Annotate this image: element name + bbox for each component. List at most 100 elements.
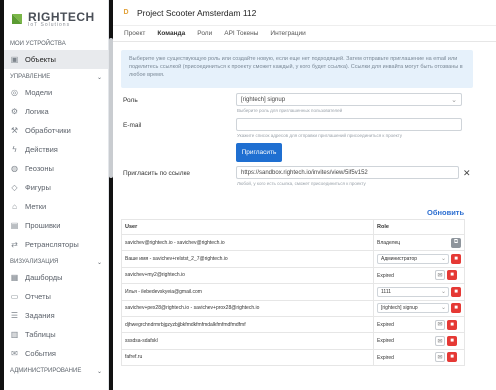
table-row: sssdsa-sdafskl Expired ✉ ■ — [121, 332, 465, 350]
chevron-down-icon: ⌄ — [96, 259, 102, 266]
invite-link-field[interactable]: https://sandbox.rightech.io/invites/view… — [236, 166, 459, 179]
dashboard-icon: ▦ — [10, 273, 19, 282]
invite-button[interactable]: Пригласить — [236, 143, 282, 162]
role-select[interactable]: 1111 ⌄ — [377, 287, 449, 298]
shapes-icon: ◇ — [11, 183, 18, 192]
sidebar-item-firmware[interactable]: ▤ Прошивки — [4, 216, 108, 235]
email-icon[interactable]: ✉ — [435, 352, 445, 363]
trash-icon[interactable]: ■ — [451, 253, 461, 264]
table-icon: ▥ — [10, 330, 19, 339]
user-cell: Илья - ilebedevskyeia@gmail.com — [121, 283, 374, 301]
sidebar-item-dashboards[interactable]: ▦ Дашборды — [4, 268, 108, 287]
chevron-down-icon: ⌄ — [440, 305, 446, 312]
members-table: User Role savichev@rightech.io - saviche… — [121, 219, 465, 367]
sidebar-item-actions[interactable]: ϟ Действия — [4, 140, 108, 159]
trash-icon[interactable]: ■ — [447, 336, 457, 347]
project-header: D Project Scooter Amsterdam 112 — [113, 0, 496, 26]
email-hint: Укажите список адресов для отправки приг… — [237, 133, 402, 138]
role-select[interactable]: [rightech] signup ⌄ — [377, 303, 449, 314]
section-visualization[interactable]: ВИЗУАЛИЗАЦИЯ ⌄ — [4, 256, 108, 268]
sidebar-item-handlers[interactable]: ⚒ Обработчики — [4, 121, 108, 140]
role-select[interactable]: [rightech] signup ⌄ — [236, 93, 462, 106]
trash-icon[interactable]: ■ — [447, 352, 457, 363]
table-row: Ваше имя - savichev+relstst_2_7@rightech… — [121, 250, 465, 268]
column-role: Role — [373, 219, 465, 235]
table-row: savichev+pex28@rightech.io - savichev+pr… — [121, 299, 465, 317]
section-devices[interactable]: МОИ УСТРОЙСТВА — [4, 38, 108, 50]
role-text: Владелец — [377, 240, 401, 247]
table-row: Илья - ilebedevskyeia@gmail.com 1111 ⌄ ■ — [121, 283, 465, 301]
sidebar-item-figures[interactable]: ◇ Фигуры — [4, 178, 108, 197]
role-hint: Выберите роль для приглашенных пользоват… — [237, 108, 343, 113]
chevron-down-icon: ⌄ — [440, 289, 446, 296]
logo[interactable]: RIGHTECH IoT Solutions — [4, 0, 108, 38]
tab-integrations[interactable]: Интеграции — [270, 26, 305, 42]
sidebar-item-geozones[interactable]: ◍ Геозоны — [4, 159, 108, 178]
email-field[interactable] — [236, 118, 462, 131]
logo-title: RIGHTECH — [28, 9, 95, 24]
role-text: Expired — [377, 338, 394, 345]
user-cell: fafref.ru — [121, 348, 374, 367]
role-text: Expired — [377, 321, 394, 328]
sidebar-item-objects[interactable]: ▣ Объекты — [4, 50, 108, 69]
email-icon[interactable]: ✉ — [435, 336, 445, 347]
cube-icon: ▣ — [10, 55, 19, 64]
tab-project[interactable]: Проект — [124, 26, 145, 42]
chevron-down-icon: ⌄ — [96, 74, 102, 81]
chevron-down-icon: ⌄ — [440, 256, 446, 263]
table-row: savichev+my2@rightech.io Expired ✉ ■ — [121, 266, 465, 285]
email-icon[interactable]: ✉ — [435, 270, 445, 281]
email-label: E-mail — [123, 122, 142, 129]
trash-icon[interactable]: ■ — [451, 286, 461, 297]
tab-team[interactable]: Команда — [157, 26, 185, 42]
sidebar-item-reports[interactable]: ▭ Отчеты — [4, 287, 108, 306]
trash-icon[interactable]: ■ — [447, 319, 457, 330]
trash-icon[interactable]: ■ — [447, 270, 457, 281]
sidebar-item-tables[interactable]: ▥ Таблицы — [4, 325, 108, 344]
repeater-icon: ⇄ — [11, 240, 18, 249]
task-icon: ☰ — [10, 311, 19, 320]
email-icon[interactable]: ✉ — [435, 319, 445, 330]
chevron-down-icon: ⌄ — [96, 368, 102, 375]
tab-bar: Проект Команда Роли API Токены Интеграци… — [113, 26, 496, 42]
table-row: fafref.ru Expired ✉ ■ — [121, 348, 465, 367]
globe-icon: ◍ — [11, 164, 18, 173]
section-control[interactable]: УПРАВЛЕНИЕ ⌄ — [4, 71, 108, 83]
column-user: User — [121, 219, 374, 235]
tab-api-tokens[interactable]: API Токены — [224, 26, 258, 42]
role-text: Expired — [377, 354, 394, 361]
user-cell: savichev+pex28@rightech.io - savichev+pr… — [121, 299, 374, 317]
report-icon: ▭ — [10, 292, 19, 301]
sidebar-item-models[interactable]: ◎ Модели — [4, 83, 108, 102]
rightech-logo-icon — [10, 12, 24, 26]
sidebar-item-tags[interactable]: ⌂ Метки — [4, 197, 108, 216]
user-cell: sssdsa-sdafskl — [121, 332, 374, 350]
role-select[interactable]: Администратор ⌄ — [377, 254, 449, 265]
sidebar: RIGHTECH IoT Solutions МОИ УСТРОЙСТВА ▣ О… — [4, 0, 109, 390]
events-icon: ✉ — [11, 349, 18, 358]
user-cell: djhwegrchndrmrbjgzyzbjjbkfmdkfmfmdalkfmf… — [121, 315, 374, 334]
user-cell: Ваше имя - savichev+relstst_2_7@rightech… — [121, 250, 374, 268]
sidebar-item-tasks[interactable]: ☰ Задания — [4, 306, 108, 325]
close-icon[interactable]: ✕ — [463, 168, 471, 179]
lightning-icon: ϟ — [12, 145, 17, 154]
trash-icon[interactable]: ■ — [451, 303, 461, 314]
sidebar-item-events[interactable]: ✉ События — [4, 344, 108, 363]
firmware-icon: ▤ — [10, 221, 19, 230]
sidebar-item-repeaters[interactable]: ⇄ Ретрансляторы — [4, 235, 108, 254]
invite-link-label: Пригласить по ссылке — [123, 170, 191, 177]
tab-roles[interactable]: Роли — [197, 26, 212, 42]
handler-icon: ⚒ — [10, 126, 19, 135]
user-cell: savichev+my2@rightech.io — [121, 266, 374, 285]
tag-icon: ⌂ — [12, 202, 17, 211]
table-row: savichev@rightech.io - savichev@rightech… — [121, 233, 465, 252]
copy-icon[interactable]: ⧉ — [451, 237, 461, 248]
model-icon: ◎ — [11, 88, 18, 97]
sidebar-item-logic[interactable]: ⚙ Логика — [4, 102, 108, 121]
role-text: Expired — [377, 272, 394, 279]
refresh-link[interactable]: Обновить — [427, 208, 464, 217]
role-label: Роль — [123, 97, 138, 104]
invite-link-hint: Любой, у кого есть ссылка, сможет присое… — [237, 181, 366, 186]
table-row: djhwegrchndrmrbjgzyzbjjbkfmdkfmfmdalkfmf… — [121, 315, 465, 334]
section-admin[interactable]: АДМИНИСТРИРОВАНИЕ ⌄ — [4, 365, 108, 377]
